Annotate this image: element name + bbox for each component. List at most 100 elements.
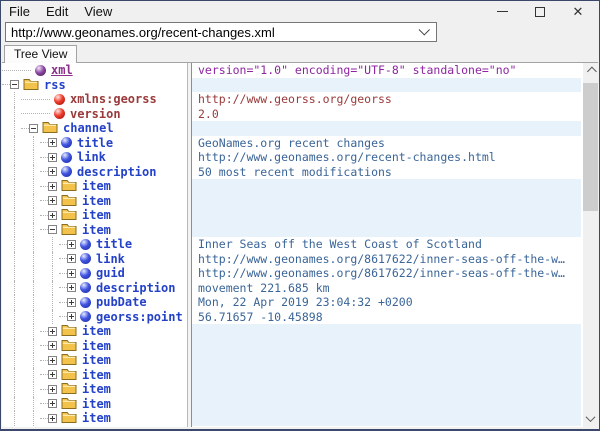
expander-plus-icon[interactable] bbox=[67, 269, 76, 278]
tree-node-label: item bbox=[82, 382, 111, 396]
tree-guide-line bbox=[2, 252, 21, 267]
close-button[interactable]: ✕ bbox=[559, 1, 597, 22]
maximize-button[interactable] bbox=[521, 1, 559, 22]
expander-minus-icon[interactable] bbox=[29, 124, 38, 133]
tree-guide-line bbox=[21, 252, 40, 267]
tree-node-row[interactable]: link bbox=[2, 252, 187, 267]
expander-minus-icon[interactable] bbox=[10, 80, 19, 89]
tree-node-row[interactable]: guid bbox=[2, 266, 187, 281]
expander-plus-icon[interactable] bbox=[48, 167, 57, 176]
tree-node-row[interactable]: item bbox=[2, 324, 187, 339]
expander-plus-icon[interactable] bbox=[48, 211, 57, 220]
tree-node-row[interactable]: xmlns:georss bbox=[2, 92, 187, 107]
tree-node-row[interactable]: item bbox=[2, 208, 187, 223]
tree-guide-line bbox=[21, 397, 40, 412]
expander-plus-icon[interactable] bbox=[48, 341, 57, 350]
tree-node-row[interactable]: rss bbox=[2, 78, 187, 93]
tree-node-row[interactable]: link bbox=[2, 150, 187, 165]
tree-node-row[interactable]: item bbox=[2, 339, 187, 354]
tree-guide-line bbox=[2, 368, 21, 383]
xml-tree-panel: xmlrssxmlns:georssversionchanneltitlelin… bbox=[2, 63, 188, 427]
tree-guide-line bbox=[2, 92, 21, 107]
tree-node-row[interactable]: item bbox=[2, 223, 187, 238]
expander-plus-icon[interactable] bbox=[67, 254, 76, 263]
tree-guide-line bbox=[21, 208, 40, 223]
tab-bar: Tree View bbox=[1, 44, 599, 62]
tree-guide-line bbox=[21, 353, 40, 368]
tree-guide-line bbox=[21, 136, 40, 151]
tree-node-row[interactable]: item bbox=[2, 194, 187, 209]
minimize-button[interactable] bbox=[483, 1, 521, 22]
tree-node-row[interactable]: title bbox=[2, 136, 187, 151]
tree-node-row[interactable]: description bbox=[2, 281, 187, 296]
expander-plus-icon[interactable] bbox=[48, 153, 57, 162]
tree-node-label: item bbox=[82, 411, 111, 425]
tree-connector-line bbox=[40, 360, 48, 361]
attribute-icon bbox=[54, 108, 65, 119]
tree-node-row[interactable]: version bbox=[2, 107, 187, 122]
value-row: 56.71657 -10.45898 bbox=[192, 310, 581, 325]
tree-guide-line bbox=[2, 411, 21, 426]
value-row: GeoNames.org recent changes bbox=[192, 136, 581, 151]
expander-plus-icon[interactable] bbox=[67, 283, 76, 292]
element-icon bbox=[80, 282, 91, 293]
expander-plus-icon[interactable] bbox=[48, 399, 57, 408]
menu-item-view[interactable]: View bbox=[76, 1, 120, 22]
tree-guide-line bbox=[21, 339, 40, 354]
folder-icon bbox=[42, 120, 58, 136]
tree-node-row[interactable]: item bbox=[2, 382, 187, 397]
tree-guide-line bbox=[21, 368, 40, 383]
expander-plus-icon[interactable] bbox=[48, 414, 57, 423]
expander-minus-icon[interactable] bbox=[48, 225, 57, 234]
expander-plus-icon[interactable] bbox=[48, 385, 57, 394]
tree-node-row[interactable]: description bbox=[2, 165, 187, 180]
url-combobox[interactable] bbox=[5, 22, 437, 42]
expander-plus-icon[interactable] bbox=[67, 240, 76, 249]
tree-guide-line bbox=[2, 121, 21, 136]
scroll-up-button[interactable] bbox=[583, 63, 598, 80]
expander-plus-icon[interactable] bbox=[48, 182, 57, 191]
value-row-empty bbox=[192, 368, 581, 383]
expander-plus-icon[interactable] bbox=[67, 312, 76, 321]
tree-node-row[interactable]: channel bbox=[2, 121, 187, 136]
tree-node-row[interactable]: title bbox=[2, 237, 187, 252]
combobox-dropdown-button[interactable] bbox=[414, 23, 436, 41]
scrollbar-thumb[interactable] bbox=[583, 83, 598, 211]
menu-item-edit[interactable]: Edit bbox=[38, 1, 76, 22]
tree-node-label: xmlns:georss bbox=[70, 92, 157, 106]
expander-plus-icon[interactable] bbox=[48, 356, 57, 365]
menu-item-file[interactable]: File bbox=[1, 1, 38, 22]
tree-node-label: item bbox=[82, 339, 111, 353]
tree-node-row[interactable]: item bbox=[2, 411, 187, 426]
value-row-empty bbox=[192, 339, 581, 354]
tree-connector-line bbox=[40, 157, 48, 158]
scroll-down-button[interactable] bbox=[583, 410, 598, 427]
expander-plus-icon[interactable] bbox=[67, 298, 76, 307]
tree-connector-line bbox=[40, 200, 48, 201]
url-input[interactable] bbox=[6, 25, 414, 40]
expander-plus-icon[interactable] bbox=[48, 196, 57, 205]
expander-plus-icon[interactable] bbox=[48, 327, 57, 336]
tree-connector-line bbox=[40, 403, 48, 404]
tree-node-row[interactable]: item bbox=[2, 397, 187, 412]
element-icon bbox=[80, 253, 91, 264]
expander-plus-icon[interactable] bbox=[48, 370, 57, 379]
element-icon bbox=[80, 311, 91, 322]
value-row-empty bbox=[192, 397, 581, 412]
expander-plus-icon[interactable] bbox=[48, 138, 57, 147]
tree-node-row[interactable]: pubDate bbox=[2, 295, 187, 310]
tree-node-row[interactable]: item bbox=[2, 179, 187, 194]
tree-node-row[interactable]: xml bbox=[2, 63, 187, 78]
tree-guide-line bbox=[40, 295, 59, 310]
tree-guide-line bbox=[2, 165, 21, 180]
tab-tree-view[interactable]: Tree View bbox=[4, 45, 77, 63]
tree-node-row[interactable]: item bbox=[2, 368, 187, 383]
tree-node-row[interactable]: georss:point bbox=[2, 310, 187, 325]
tree-guide-line bbox=[2, 237, 21, 252]
tree-connector-line bbox=[21, 113, 50, 114]
tree-guide-line bbox=[40, 281, 59, 296]
element-icon bbox=[61, 166, 72, 177]
tree-connector-line bbox=[2, 84, 10, 85]
tree-node-row[interactable]: item bbox=[2, 353, 187, 368]
vertical-scrollbar[interactable] bbox=[583, 63, 598, 427]
